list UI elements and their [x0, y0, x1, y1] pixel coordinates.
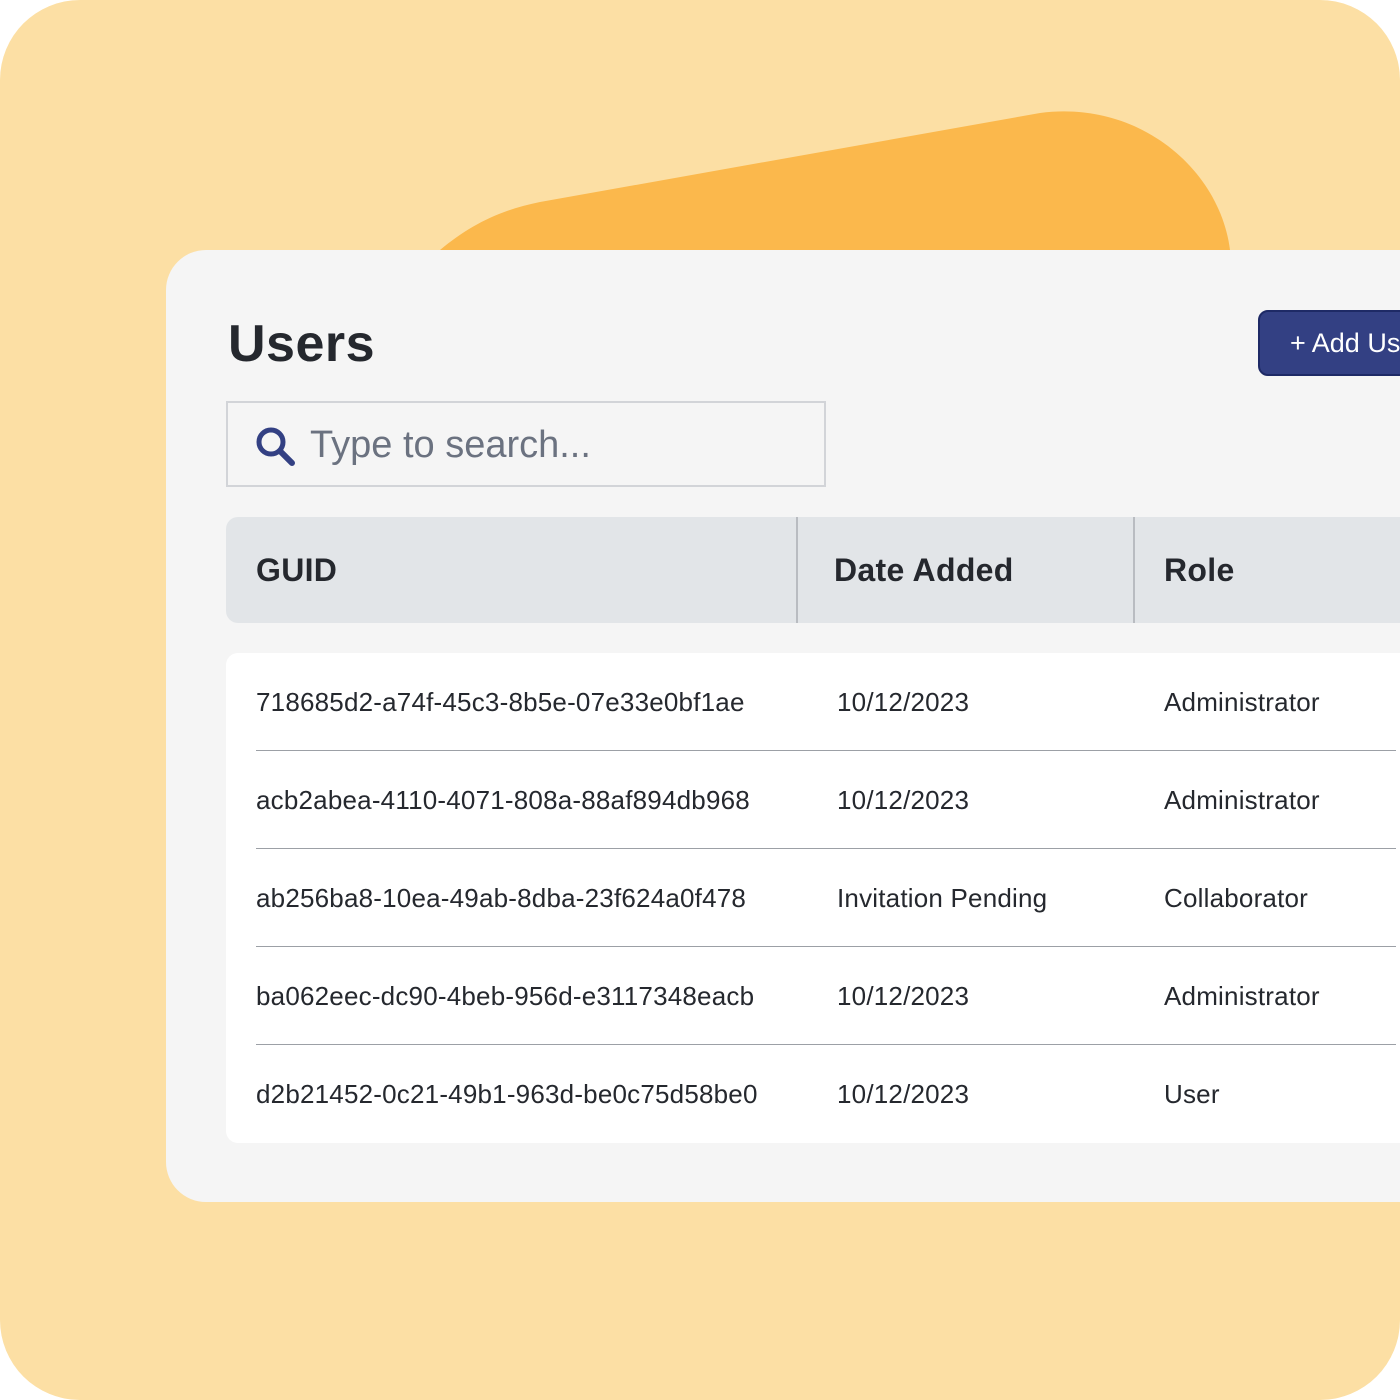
cell-guid: 718685d2-a74f-45c3-8b5e-07e33e0bf1ae: [256, 687, 745, 717]
cell-role: Collaborator: [1164, 883, 1309, 913]
cell-guid: ab256ba8-10ea-49ab-8dba-23f624a0f478: [256, 883, 747, 913]
table-row[interactable]: ba062eec-dc90-4beb-956d-e3117348eacb 10/…: [226, 947, 1400, 1045]
column-divider: [796, 517, 798, 623]
search-icon: [256, 427, 295, 466]
search-box[interactable]: [226, 401, 826, 487]
column-header-date-added[interactable]: Date Added: [834, 517, 1014, 623]
page-title: Users: [228, 315, 376, 373]
cell-role: User: [1164, 1079, 1220, 1109]
table-header: GUID Date Added Role: [226, 517, 1400, 623]
cell-date-added: 10/12/2023: [837, 687, 970, 717]
cell-role: Administrator: [1164, 785, 1320, 815]
table-row[interactable]: 718685d2-a74f-45c3-8b5e-07e33e0bf1ae 10/…: [226, 653, 1400, 751]
column-header-guid[interactable]: GUID: [256, 517, 337, 623]
cell-role: Administrator: [1164, 981, 1320, 1011]
table-row[interactable]: d2b21452-0c21-49b1-963d-be0c75d58be0 10/…: [226, 1045, 1400, 1143]
cell-guid: d2b21452-0c21-49b1-963d-be0c75d58be0: [256, 1079, 758, 1109]
column-header-role[interactable]: Role: [1164, 517, 1235, 623]
cell-guid: acb2abea-4110-4071-808a-88af894db968: [256, 785, 750, 815]
cell-date-added: 10/12/2023: [837, 785, 970, 815]
add-user-button[interactable]: + Add User: [1258, 310, 1400, 376]
table-row[interactable]: acb2abea-4110-4071-808a-88af894db968 10/…: [226, 751, 1400, 849]
table-row[interactable]: ab256ba8-10ea-49ab-8dba-23f624a0f478 Inv…: [226, 849, 1400, 947]
cell-role: Administrator: [1164, 687, 1320, 717]
users-panel: Users + Add User GUID Date Added Role 71…: [166, 250, 1400, 1202]
background-frame: Users + Add User GUID Date Added Role 71…: [0, 0, 1400, 1400]
search-input[interactable]: [310, 415, 810, 475]
cell-date-added: Invitation Pending: [837, 883, 1048, 913]
table-body: 718685d2-a74f-45c3-8b5e-07e33e0bf1ae 10/…: [226, 653, 1400, 1143]
column-divider: [1133, 517, 1135, 623]
cell-guid: ba062eec-dc90-4beb-956d-e3117348eacb: [256, 981, 755, 1011]
cell-date-added: 10/12/2023: [837, 1079, 970, 1109]
cell-date-added: 10/12/2023: [837, 981, 970, 1011]
